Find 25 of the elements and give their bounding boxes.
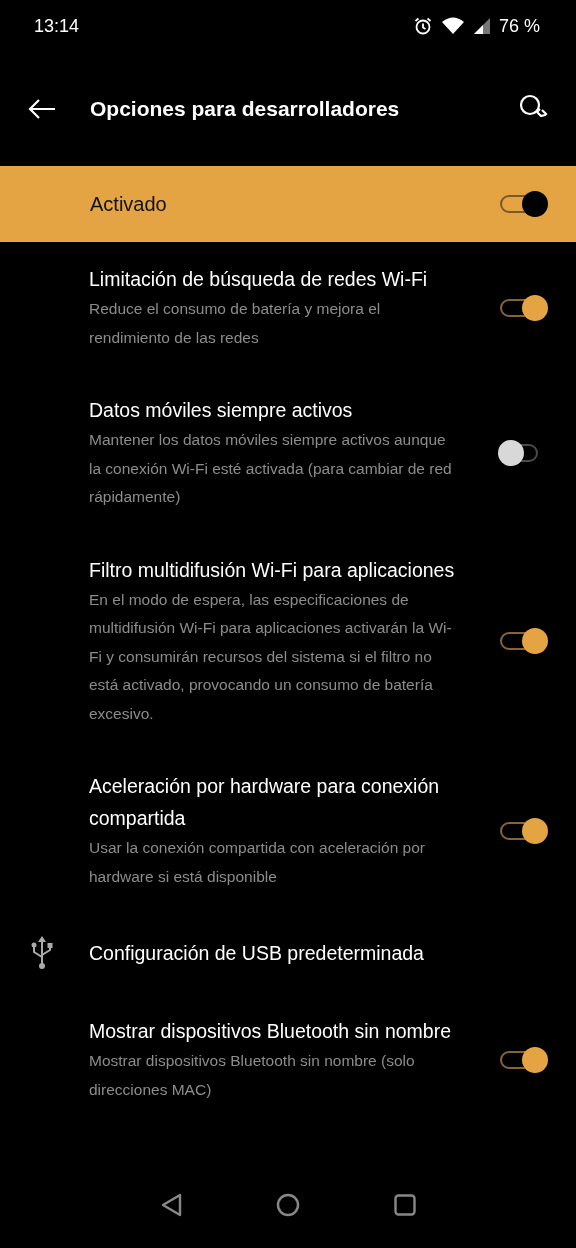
setting-title: Filtro multidifusión Wi-Fi para aplicaciones bbox=[89, 557, 456, 583]
setting-title: Datos móviles siempre activos bbox=[89, 398, 354, 423]
nav-back-icon[interactable] bbox=[160, 1193, 182, 1217]
master-switch-bar[interactable]: Activado bbox=[0, 166, 576, 242]
setting-summary: En el modo de espera, las especificaciones de multidifusión Wi-Fi para aplicaciones activarán la Wi-Fi y consumirán recursos del sistema si el filtro no está activado, provocando un consumo de batería excesivo. bbox=[89, 589, 453, 724]
alarm-icon bbox=[412, 16, 433, 36]
wifi-icon bbox=[440, 16, 465, 36]
battery-percent: 76 % bbox=[498, 15, 540, 37]
nav-home-icon[interactable] bbox=[276, 1193, 300, 1217]
status-time: 13:14 bbox=[34, 15, 80, 37]
setting-title: Aceleración por hardware para conexión compartida bbox=[89, 774, 441, 831]
signal-icon bbox=[472, 17, 491, 35]
master-switch[interactable] bbox=[498, 189, 548, 219]
setting-summary: Usar la conexión compartida con aceleración por hardware si está disponible bbox=[89, 838, 426, 887]
setting-title: Configuración de USB predeterminada bbox=[89, 941, 425, 966]
usb-icon bbox=[30, 936, 53, 970]
back-arrow-icon[interactable] bbox=[28, 99, 56, 119]
setting-summary: Reduce el consumo de batería y mejora el rendimiento de las redes bbox=[89, 299, 382, 348]
nav-recents-icon[interactable] bbox=[394, 1194, 416, 1216]
setting-title: Limitación de búsqueda de redes Wi-Fi bbox=[89, 267, 429, 292]
setting-title: Mostrar dispositivos Bluetooth sin nombre bbox=[89, 1019, 452, 1044]
setting-summary: Mantener los datos móviles siempre activos aunque la conexión Wi-Fi esté activada (para cambiar de red rápidamente) bbox=[89, 430, 453, 507]
setting-summary: Mostrar dispositivos Bluetooth sin nombre (solo direcciones MAC) bbox=[89, 1051, 416, 1100]
master-label: Activado bbox=[90, 192, 167, 216]
screen-title: Opciones para desarrolladores bbox=[90, 97, 401, 121]
